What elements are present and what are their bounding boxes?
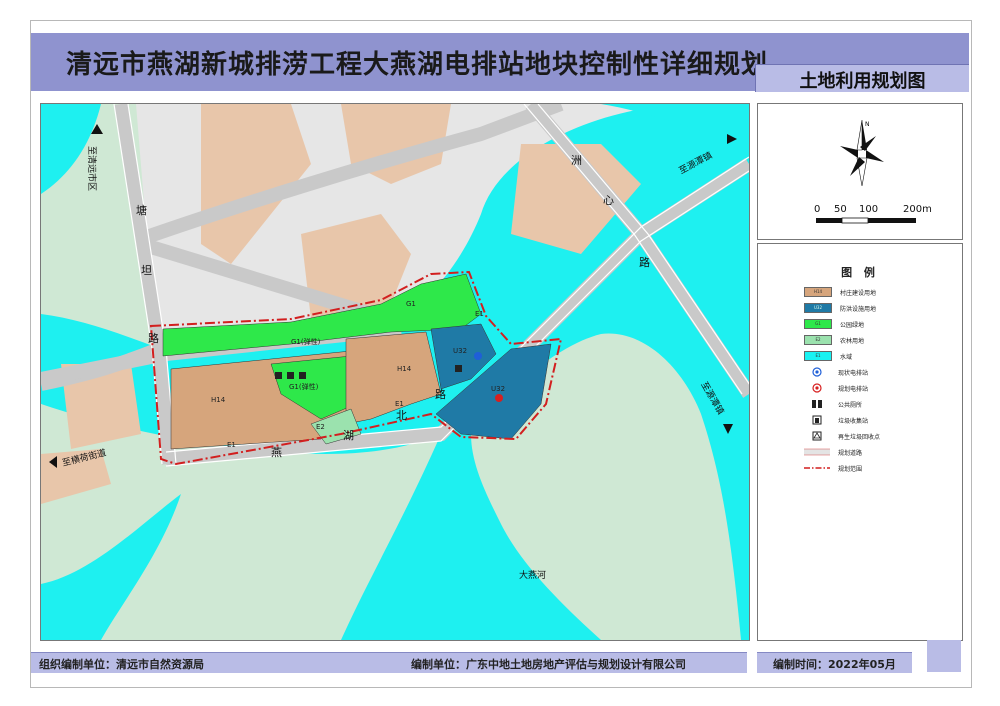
river-label: 大燕河	[519, 569, 546, 581]
legend-label: 防洪设施用地	[840, 305, 877, 313]
trash-icon	[804, 414, 830, 426]
legend-label: 公园绿地	[840, 321, 865, 329]
road-icon	[804, 446, 830, 458]
trash-icon-2[interactable]	[287, 372, 294, 379]
legend-item-road: 规划道路	[804, 446, 862, 458]
subtitle-box: 土地利用规划图	[755, 64, 969, 92]
legend-label: 垃圾收集站	[838, 417, 869, 425]
parcel-label-e1-mid: E1	[395, 400, 404, 408]
parcel-label-u32-south: U32	[491, 385, 505, 393]
legend-item-toilet: 公共厕所	[804, 398, 862, 410]
legend-item-g1: G1 公园绿地	[804, 318, 864, 330]
toilet-icon[interactable]	[275, 372, 282, 379]
legend-label: 再生垃圾回收点	[838, 433, 881, 441]
parcel-label-h14-west: H14	[211, 396, 226, 404]
road-label: 塘	[136, 203, 147, 217]
boundary-icon	[804, 462, 830, 474]
recycle-icon[interactable]	[299, 372, 306, 379]
legend-swatch-u32: U32	[804, 303, 832, 313]
scale-bar	[816, 217, 916, 224]
parcel-label-e2: E2	[316, 423, 325, 431]
legend-swatch-h14: H14	[804, 287, 832, 297]
legend-item-e1: E1 水域	[804, 350, 852, 362]
parcel-label-g1: G1	[406, 300, 416, 308]
legend-label: 规划范围	[838, 465, 863, 473]
pump-planned-icon	[804, 382, 830, 394]
footer-compiler: 编制单位：广东中地土地房地产评估与规划设计有限公司	[411, 658, 686, 671]
scale-tick: 200m	[903, 204, 932, 215]
legend-panel: 图 例 H14 村庄建设用地 U32 防洪设施用地 G1 公园绿地 E2 农林用…	[757, 243, 963, 641]
parcel-label-h14-east: H14	[397, 365, 412, 373]
toilet-icon	[804, 398, 830, 410]
footer-date-bar: 编制时间：2022年05月	[757, 652, 912, 673]
scale-tick: 100	[859, 204, 878, 215]
legend-label: 规划电排站	[838, 385, 869, 393]
scale-tick: 50	[834, 204, 847, 215]
road-label: 湖	[343, 429, 354, 442]
road-label: 心	[603, 194, 614, 207]
svg-text:N: N	[865, 121, 870, 128]
scale-tick: 0	[814, 204, 820, 215]
road-label: 坦	[141, 263, 152, 277]
pump-existing-icon	[804, 366, 830, 378]
pump-planned-icon[interactable]	[495, 394, 503, 402]
parcel-label-g1-elastic-2: G1(弹性)	[289, 382, 319, 391]
legend-swatch-e2: E2	[804, 335, 832, 345]
legend-label: 公共厕所	[838, 401, 863, 409]
recycle-icon	[804, 430, 830, 442]
land-use-map[interactable]: 塘 坦 路 洲 心 路 燕 湖 北 路 至清远市区 至源潭镇 至源潭镇 至横荷街…	[40, 103, 750, 641]
legend-item-pump-existing: 现状电排站	[804, 366, 868, 378]
legend-label: 水域	[840, 353, 853, 361]
corner-block	[927, 640, 961, 672]
road-label: 燕	[271, 446, 282, 459]
map-subtitle: 土地利用规划图	[799, 71, 926, 92]
parcel-label-e1-ne: E1	[475, 310, 484, 318]
road-label: 路	[435, 388, 446, 401]
legend-swatch-g1: G1	[804, 319, 832, 329]
legend-label: 现状电排站	[838, 369, 869, 377]
legend-item-pump-planned: 规划电排站	[804, 382, 868, 394]
footer-organizer: 组织编制单位：清远市自然资源局	[39, 658, 204, 671]
legend-label: 农林用地	[840, 337, 865, 345]
legend-title: 图 例	[841, 266, 879, 279]
legend-item-e2: E2 农林用地	[804, 334, 864, 346]
parcel-label-g1-elastic: G1(弹性)	[291, 337, 321, 346]
direction-label-qingyuan: 至清远市区	[86, 146, 98, 191]
parcel-label-u32-north: U32	[453, 347, 467, 355]
legend-label: 村庄建设用地	[840, 289, 877, 297]
page-title: 清远市燕湖新城排涝工程大燕湖电排站地块控制性详细规划	[66, 50, 769, 80]
footer-bar: 组织编制单位：清远市自然资源局 编制单位：广东中地土地房地产评估与规划设计有限公…	[31, 652, 747, 673]
legend-item-h14: H14 村庄建设用地	[804, 286, 876, 298]
legend-item-trash: 垃圾收集站	[804, 414, 868, 426]
legend-swatch-e1: E1	[804, 351, 832, 361]
road-label: 洲	[571, 154, 582, 167]
legend-label: 规划道路	[838, 449, 863, 457]
road-label: 路	[148, 332, 159, 345]
legend-item-u32: U32 防洪设施用地	[804, 302, 876, 314]
trash-icon[interactable]	[455, 365, 462, 372]
compass-panel: N 0 50 100 200m	[757, 103, 963, 240]
road-label: 路	[639, 256, 650, 269]
legend-item-recycle: 再生垃圾回收点	[804, 430, 880, 442]
road-label: 北	[396, 409, 407, 422]
footer-date: 编制时间：2022年05月	[773, 658, 896, 671]
legend-item-boundary: 规划范围	[804, 462, 862, 474]
pump-existing-icon[interactable]	[474, 352, 482, 360]
parcel-label-e1-sw: E1	[227, 441, 236, 449]
north-arrow-icon: N	[840, 119, 884, 187]
